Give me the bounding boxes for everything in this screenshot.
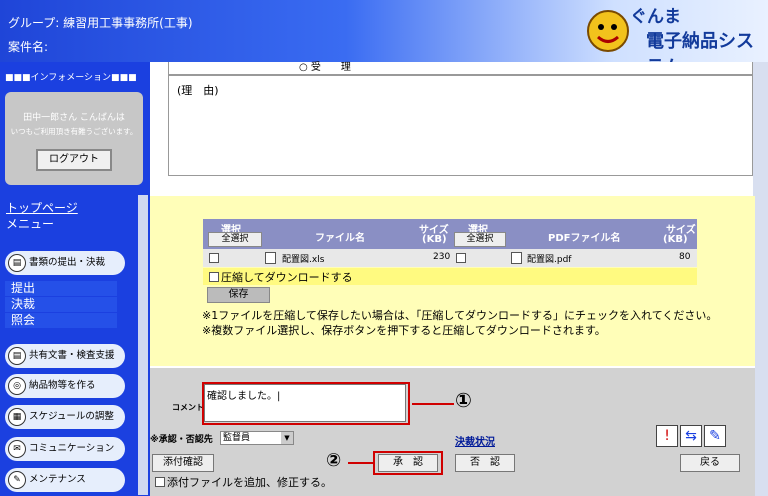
calendar-icon: ▦: [8, 408, 26, 426]
file-panel-scrollbar[interactable]: [755, 196, 768, 366]
approve-option-row: ○ 受 理: [168, 62, 753, 75]
welcome-box: [5, 92, 143, 185]
note-line-1: ※1ファイルを圧縮して保存したい場合は、「圧縮してダウンロードする」にチェックを…: [202, 309, 718, 322]
document-icon: ▤: [8, 254, 26, 272]
size2-unit-header: (KB): [663, 234, 688, 245]
menu-shared-docs-label: 共有文書・検査支援: [29, 350, 115, 361]
submenu-approval[interactable]: 決裁: [5, 297, 117, 312]
deliverables-icon: ◎: [8, 377, 26, 395]
menu-label: メニュー: [6, 217, 55, 231]
zip-option-row: 圧縮してダウンロードする: [203, 268, 697, 285]
attach-modify-label: 添付ファイルを追加、修正する。: [167, 476, 332, 489]
file-name-header: ファイル名: [315, 233, 365, 244]
approve-radio-label[interactable]: ○ 受 理: [299, 58, 351, 73]
menu-schedule-button[interactable]: ▦ スケジュールの調整: [5, 405, 125, 429]
edit-icon[interactable]: ✎: [704, 425, 726, 447]
sidebar-scrollbar[interactable]: [138, 195, 148, 495]
mail-icon: ✉: [8, 440, 26, 458]
reason-label: (理 由): [177, 84, 219, 97]
submenu-submit[interactable]: 提出: [5, 281, 117, 296]
case-name-label: 案件名:: [8, 40, 49, 54]
menu-documents-button[interactable]: ▤ 書類の提出・決裁: [5, 251, 125, 275]
action-panel-scrollbar[interactable]: [755, 366, 768, 496]
info-title: ■■■インフォメーション■■■: [5, 73, 137, 83]
pdf-size: 80: [679, 252, 691, 262]
logout-button[interactable]: ログアウト: [36, 149, 112, 171]
back-button[interactable]: 戻る: [680, 454, 740, 472]
approver-value: 監督員: [223, 433, 251, 443]
submenu-inquiry[interactable]: 照会: [5, 313, 117, 328]
reject-button[interactable]: 否 認: [455, 454, 515, 472]
reason-box: (理 由): [168, 75, 753, 176]
file-size: 230: [433, 252, 451, 262]
menu-shared-docs-button[interactable]: ▤ 共有文書・検査支援: [5, 344, 125, 368]
shared-docs-icon: ▤: [8, 347, 26, 365]
attach-modify-checkbox[interactable]: [155, 477, 165, 487]
table-row: 配置図.xls 230 配置図.pdf 80: [203, 249, 697, 267]
menu-deliverables-label: 納品物等を作る: [29, 380, 96, 391]
menu-maintenance-label: メンテナンス: [29, 474, 86, 485]
top-page-link[interactable]: トップページ: [6, 199, 78, 216]
callout-2-line: [348, 462, 373, 464]
size-unit-header: (KB): [422, 234, 447, 245]
file-icon: [265, 252, 276, 264]
user-greeting: 田中一郎さん こんばんは: [23, 113, 125, 123]
file-name[interactable]: 配置図.xls: [282, 252, 324, 265]
select-all-pdf-button[interactable]: 全選択: [454, 232, 506, 247]
note-line-2: ※複数ファイル選択し、保存ボタンを押下すると圧縮してダウンロードされます。: [202, 324, 606, 337]
logo-text-small: ぐんま: [630, 7, 681, 27]
zip-checkbox[interactable]: [209, 272, 219, 282]
comment-textarea[interactable]: 確認しました。|: [204, 384, 406, 422]
file-checkbox[interactable]: [209, 253, 219, 263]
pdf-checkbox[interactable]: [456, 253, 466, 263]
menu-schedule-label: スケジュールの調整: [29, 411, 114, 422]
pdf-name-header: PDFファイル名: [548, 233, 621, 244]
callout-2-marker: ②: [326, 450, 342, 471]
menu-documents-label: 書類の提出・決裁: [29, 257, 106, 268]
pdf-name[interactable]: 配置図.pdf: [527, 252, 571, 265]
alert-icon[interactable]: !: [656, 425, 678, 447]
menu-maintenance-button[interactable]: ✎ メンテナンス: [5, 468, 125, 492]
wrench-icon: ✎: [8, 471, 26, 489]
callout-1-line: [412, 403, 454, 405]
pdf-file-icon: [511, 252, 522, 264]
group-label: グループ: 練習用工事事務所(工事): [8, 16, 193, 30]
upper-scrollbar[interactable]: [753, 62, 768, 196]
callout-1-marker: ①: [455, 388, 472, 412]
file-table-header: 選択 全選択 ファイル名 サイズ (KB) 選択 全選択 PDFファイル名 サイ…: [203, 219, 697, 249]
menu-communication-button[interactable]: ✉ コミュニケーション: [5, 437, 125, 461]
menu-communication-label: コミュニケーション: [29, 443, 115, 454]
menu-deliverables-button[interactable]: ◎ 納品物等を作る: [5, 374, 125, 398]
chevron-down-icon[interactable]: ▼: [281, 432, 293, 444]
approval-status-link[interactable]: 決裁状況: [455, 433, 495, 448]
approver-select[interactable]: 監督員 ▼: [220, 431, 294, 445]
attach-confirm-button[interactable]: 添付確認: [152, 454, 214, 472]
comment-label: コメント: [172, 403, 204, 412]
approver-label: ※承認・否認先: [150, 435, 213, 445]
thanks-message: いつもご利用頂き有難うございます。: [10, 127, 138, 136]
file-table: 選択 全選択 ファイル名 サイズ (KB) 選択 全選択 PDFファイル名 サイ…: [203, 219, 697, 249]
approve-button[interactable]: 承 認: [378, 454, 438, 472]
mascot-logo-icon: [587, 10, 629, 52]
save-button[interactable]: 保存: [207, 287, 270, 303]
zip-label: 圧縮してダウンロードする: [221, 271, 353, 284]
workflow-icon[interactable]: ⇆: [680, 425, 702, 447]
select-all-button[interactable]: 全選択: [208, 232, 262, 247]
